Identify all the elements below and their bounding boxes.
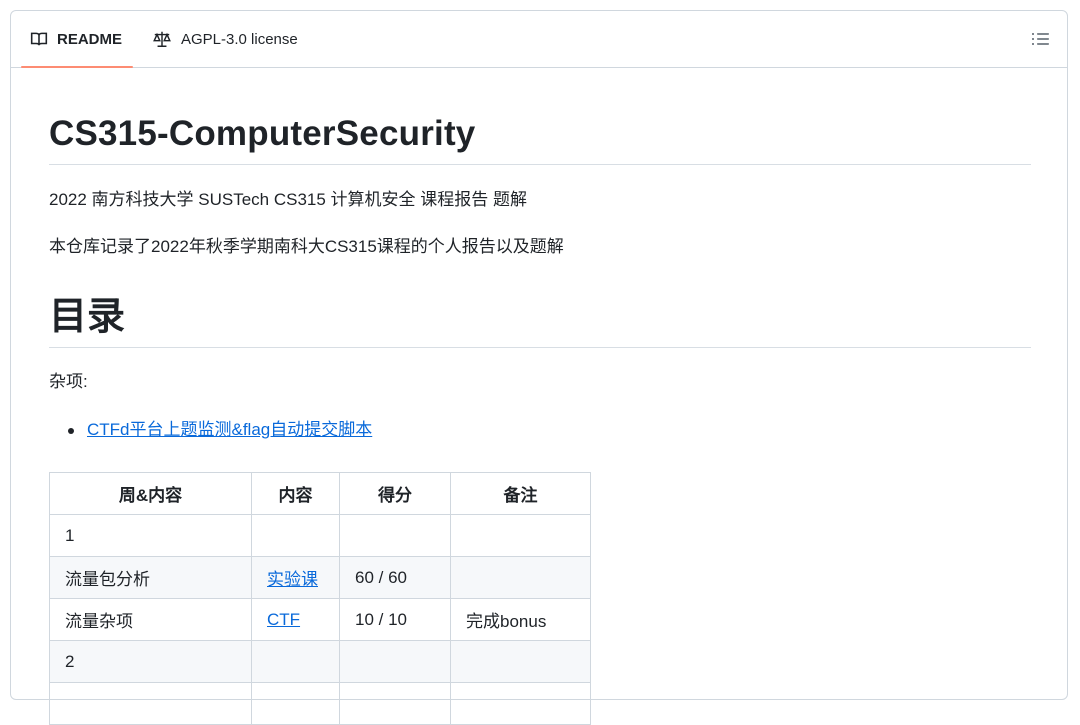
- outline-button[interactable]: [1029, 27, 1053, 51]
- table-cell: 60 / 60: [339, 556, 451, 599]
- table-cell: CTF: [251, 598, 340, 641]
- table-cell: [450, 556, 591, 599]
- misc-link-list: CTFd平台上题监测&flag自动提交脚本: [49, 418, 372, 442]
- ctfd-script-link[interactable]: CTFd平台上题监测&flag自动提交脚本: [87, 420, 372, 439]
- title-divider: [49, 164, 1031, 165]
- readme-description: 本仓库记录了2022年秋季学期南科大CS315课程的个人报告以及题解: [49, 237, 564, 256]
- table-cell: [251, 640, 340, 683]
- table-header-row: 周&内容 内容 得分 备注: [49, 472, 591, 515]
- table-cell: [450, 514, 591, 557]
- table-row: 流量杂项 CTF 10 / 10 完成bonus: [49, 598, 591, 641]
- readme-subtitle: 2022 南方科技大学 SUSTech CS315 计算机安全 课程报告 题解: [49, 190, 527, 209]
- tab-license-label: AGPL-3.0 license: [181, 30, 298, 48]
- table-cell: [450, 682, 591, 725]
- readme-panel: README AGPL-3.0 license CS315-ComputerSe…: [10, 10, 1068, 725]
- table-cell: 10 / 10: [339, 598, 451, 641]
- table-row: [49, 682, 591, 725]
- toc-heading: 目录: [49, 296, 126, 338]
- active-tab-underline: [21, 66, 133, 68]
- column-header-content: 内容: [251, 472, 340, 515]
- table-cell: [49, 682, 252, 725]
- law-icon: [153, 31, 171, 47]
- table-row: 2: [49, 640, 591, 683]
- bullet-dot: [68, 428, 74, 434]
- lab-class-link[interactable]: 实验课: [267, 570, 318, 589]
- table-cell: [339, 514, 451, 557]
- book-icon: [30, 32, 48, 46]
- table-row: 流量包分析 实验课 60 / 60: [49, 556, 591, 599]
- misc-label: 杂项:: [49, 372, 88, 391]
- list-item: CTFd平台上题监测&flag自动提交脚本: [49, 418, 372, 442]
- score-table: 周&内容 内容 得分 备注 1 流量包分析 实验课 60 / 60 流量杂项 C…: [49, 472, 591, 725]
- table-cell: [251, 682, 340, 725]
- ctf-link[interactable]: CTF: [267, 610, 300, 629]
- table-row: 1: [49, 514, 591, 557]
- table-cell: [450, 640, 591, 683]
- table-cell: [339, 640, 451, 683]
- table-cell: 完成bonus: [450, 598, 591, 641]
- table-cell: 2: [49, 640, 252, 683]
- column-header-note: 备注: [450, 472, 591, 515]
- readme-tabbar: README AGPL-3.0 license: [11, 11, 1067, 68]
- tab-readme-label: README: [57, 30, 123, 48]
- table-cell: [251, 514, 340, 557]
- page-title: CS315-ComputerSecurity: [49, 114, 476, 153]
- tab-readme[interactable]: README: [21, 11, 133, 68]
- column-header-week: 周&内容: [49, 472, 252, 515]
- table-cell: [339, 682, 451, 725]
- table-cell: 实验课: [251, 556, 340, 599]
- table-cell: 流量杂项: [49, 598, 252, 641]
- table-cell: 1: [49, 514, 252, 557]
- table-cell: 流量包分析: [49, 556, 252, 599]
- list-unordered-icon: [1032, 33, 1049, 45]
- toc-divider: [49, 347, 1031, 348]
- column-header-score: 得分: [339, 472, 451, 515]
- tab-license[interactable]: AGPL-3.0 license: [152, 11, 298, 67]
